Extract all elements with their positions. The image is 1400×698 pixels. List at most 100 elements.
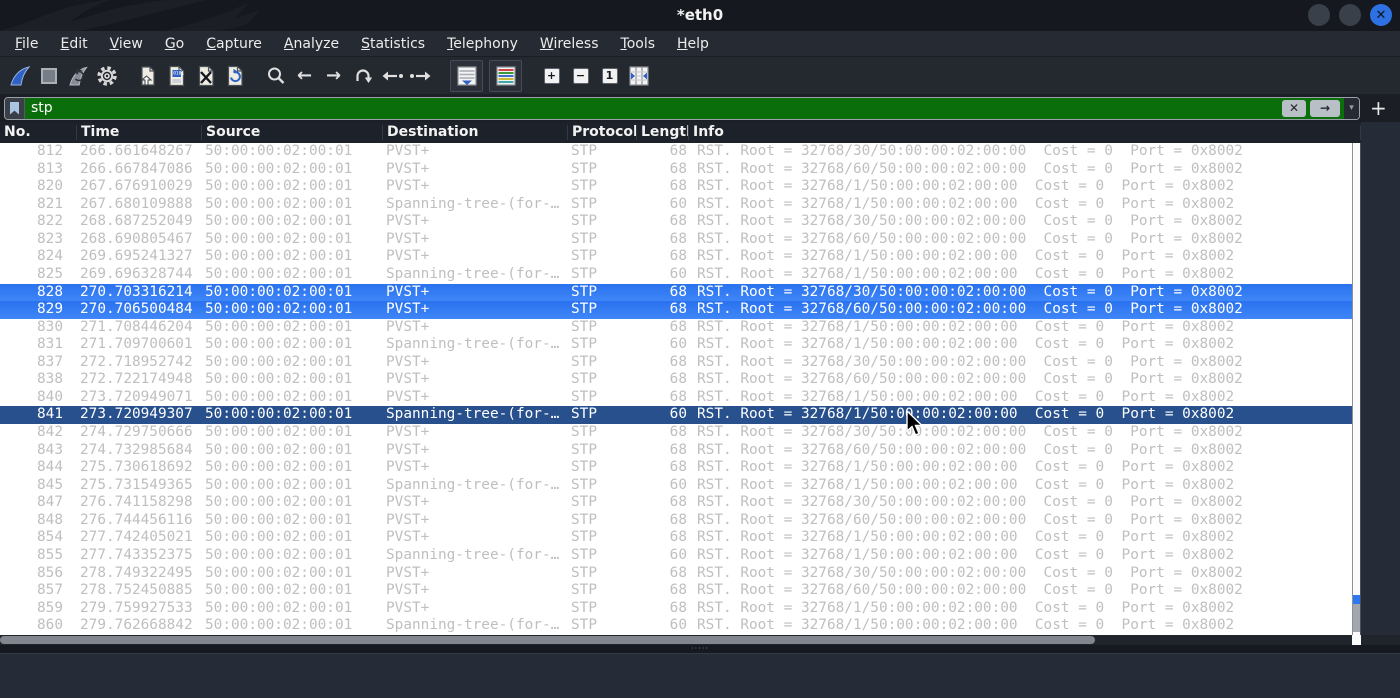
- close-file-button[interactable]: [191, 61, 220, 91]
- zoom-in-icon: +: [543, 67, 560, 84]
- filter-dropdown-caret[interactable]: ▾: [1344, 97, 1359, 119]
- column-header-time[interactable]: Time: [77, 125, 202, 140]
- cell-source: 50:00:00:02:00:01: [205, 546, 353, 563]
- packet-row-855[interactable]: 855 277.743352375 50:00:00:02:00:01 Spannin…: [0, 547, 1352, 565]
- menu-go[interactable]: Go: [154, 34, 195, 54]
- packet-row-859[interactable]: 859 279.759927533 50:00:00:02:00:01 PVST+ ST…: [0, 600, 1352, 618]
- resize-columns-button[interactable]: [624, 61, 653, 91]
- open-file-button[interactable]: [133, 61, 162, 91]
- cell-info: RST. Root = 32768/60/50:00:00:02:00:00 C…: [697, 230, 1243, 247]
- menu-edit[interactable]: Edit: [49, 34, 98, 54]
- packet-row-841[interactable]: 841 273.720949307 50:00:00:02:00:01 Spannin…: [0, 406, 1352, 424]
- menu-wireless[interactable]: Wireless: [529, 34, 610, 54]
- packet-list-header: No.TimeSourceDestinationProtocolLengthIn…: [0, 122, 1361, 143]
- column-header-length[interactable]: Length: [637, 125, 689, 140]
- cell-destination: PVST+: [386, 301, 430, 318]
- cell-no: 840: [37, 388, 63, 405]
- add-filter-button[interactable]: +: [1370, 98, 1387, 118]
- packet-row-838[interactable]: 838 272.722174948 50:00:00:02:00:01 PVST+ ST…: [0, 371, 1352, 389]
- column-header-no[interactable]: No.: [0, 125, 77, 140]
- zoom-out-button[interactable]: −: [566, 61, 595, 91]
- zoom-out-icon: −: [572, 67, 589, 84]
- packet-row-813[interactable]: 813 266.667847086 50:00:00:02:00:01 PVST+ ST…: [0, 161, 1352, 179]
- start-capture-button[interactable]: [5, 61, 34, 91]
- zoom-normal-button[interactable]: 1: [595, 61, 624, 91]
- menu-view[interactable]: View: [99, 34, 154, 54]
- vertical-scrollbar-thumb[interactable]: [1353, 604, 1360, 632]
- menu-tools[interactable]: Tools: [610, 34, 667, 54]
- zoom-in-button[interactable]: +: [537, 61, 566, 91]
- packet-row-837[interactable]: 837 272.718952742 50:00:00:02:00:01 PVST+ ST…: [0, 354, 1352, 372]
- packet-row-831[interactable]: 831 271.709700601 50:00:00:02:00:01 Spannin…: [0, 336, 1352, 354]
- display-filter-input[interactable]: stp ✕ → ▾: [4, 96, 1360, 120]
- packet-row-842[interactable]: 842 274.729750666 50:00:00:02:00:01 PVST+ ST…: [0, 424, 1352, 442]
- cell-source: 50:00:00:02:00:01: [205, 213, 353, 230]
- packet-row-847[interactable]: 847 276.741158298 50:00:00:02:00:01 PVST+ ST…: [0, 494, 1352, 512]
- menu-file[interactable]: File: [4, 34, 49, 54]
- stop-capture-button[interactable]: [34, 61, 63, 91]
- cell-info: RST. Root = 32768/1/50:00:00:02:00:00 Co…: [697, 529, 1235, 546]
- column-header-info[interactable]: Info: [689, 125, 1361, 140]
- vertical-scrollbar[interactable]: [1352, 143, 1361, 635]
- go-last-packet-button[interactable]: [406, 61, 435, 91]
- packet-row-844[interactable]: 844 275.730618692 50:00:00:02:00:01 PVST+ ST…: [0, 459, 1352, 477]
- packet-row-822[interactable]: 822 268.687252049 50:00:00:02:00:01 PVST+ ST…: [0, 213, 1352, 231]
- packet-row-830[interactable]: 830 271.708446204 50:00:00:02:00:01 PVST+ ST…: [0, 319, 1352, 337]
- cell-length: 68: [669, 283, 687, 300]
- close-button[interactable]: ✕: [1370, 4, 1392, 26]
- column-header-protocol[interactable]: Protocol: [568, 125, 637, 140]
- packet-row-825[interactable]: 825 269.696328744 50:00:00:02:00:01 Spannin…: [0, 266, 1352, 284]
- horizontal-scrollbar[interactable]: [0, 635, 1400, 645]
- cell-length: 68: [669, 160, 687, 177]
- packet-row-812[interactable]: 812 266.661648267 50:00:00:02:00:01 PVST+ ST…: [0, 143, 1352, 161]
- minimize-button[interactable]: [1308, 4, 1330, 26]
- clear-filter-button[interactable]: ✕: [1282, 99, 1306, 117]
- packet-row-856[interactable]: 856 278.749322495 50:00:00:02:00:01 PVST+ ST…: [0, 565, 1352, 583]
- scrollbar-corner: [1352, 635, 1361, 645]
- packet-row-829[interactable]: 829 270.706500484 50:00:00:02:00:01 PVST+ ST…: [0, 301, 1352, 319]
- maximize-button[interactable]: [1339, 4, 1361, 26]
- menu-analyze[interactable]: Analyze: [273, 34, 350, 54]
- menu-statistics[interactable]: Statistics: [350, 34, 436, 54]
- restart-capture-button[interactable]: [63, 61, 92, 91]
- cell-info: RST. Root = 32768/60/50:00:00:02:00:00 C…: [697, 582, 1243, 599]
- packet-row-820[interactable]: 820 267.676910029 50:00:00:02:00:01 PVST+ ST…: [0, 178, 1352, 196]
- column-header-source[interactable]: Source: [202, 125, 383, 140]
- pane-splitter[interactable]: ·····: [0, 645, 1400, 653]
- go-forward-button[interactable]: →: [319, 61, 348, 91]
- cell-time: 278.752450885: [80, 582, 193, 599]
- packet-row-857[interactable]: 857 278.752450885 50:00:00:02:00:01 PVST+ ST…: [0, 582, 1352, 600]
- apply-filter-button[interactable]: →: [1310, 99, 1340, 117]
- go-first-packet-button[interactable]: [377, 61, 406, 91]
- cell-info: RST. Root = 32768/1/50:00:00:02:00:00 Co…: [697, 617, 1235, 634]
- packet-row-828[interactable]: 828 270.703316214 50:00:00:02:00:01 PVST+ ST…: [0, 283, 1352, 302]
- cell-no: 837: [37, 353, 63, 370]
- packet-row-860[interactable]: 860 279.762668842 50:00:00:02:00:01 Spannin…: [0, 617, 1352, 635]
- packet-row-848[interactable]: 848 276.744456116 50:00:00:02:00:01 PVST+ ST…: [0, 512, 1352, 530]
- packet-row-843[interactable]: 843 274.732985684 50:00:00:02:00:01 PVST+ ST…: [0, 442, 1352, 460]
- cell-source: 50:00:00:02:00:01: [205, 248, 353, 265]
- auto-scroll-button[interactable]: [450, 59, 483, 92]
- packet-row-845[interactable]: 845 275.731549365 50:00:00:02:00:01 Spannin…: [0, 477, 1352, 495]
- horizontal-scrollbar-thumb[interactable]: [0, 636, 1095, 644]
- column-header-destination[interactable]: Destination: [383, 125, 568, 140]
- menu-telephony[interactable]: Telephony: [436, 34, 529, 54]
- go-to-packet-button[interactable]: [348, 61, 377, 91]
- go-back-button[interactable]: ←: [290, 61, 319, 91]
- colorize-packets-button[interactable]: [489, 59, 522, 92]
- reload-file-button[interactable]: [220, 61, 249, 91]
- menu-help[interactable]: Help: [666, 34, 720, 54]
- save-file-button[interactable]: 0101: [162, 61, 191, 91]
- menu-capture[interactable]: Capture: [195, 34, 273, 54]
- cell-length: 68: [669, 301, 687, 318]
- capture-options-button[interactable]: [92, 61, 121, 91]
- packet-row-840[interactable]: 840 273.720949071 50:00:00:02:00:01 PVST+ ST…: [0, 389, 1352, 407]
- packet-row-824[interactable]: 824 269.695241327 50:00:00:02:00:01 PVST+ ST…: [0, 248, 1352, 266]
- cell-source: 50:00:00:02:00:01: [205, 265, 353, 282]
- packet-row-823[interactable]: 823 268.690805467 50:00:00:02:00:01 PVST+ ST…: [0, 231, 1352, 249]
- packet-row-821[interactable]: 821 267.680109888 50:00:00:02:00:01 Spannin…: [0, 196, 1352, 214]
- filter-bookmark-button[interactable]: [5, 97, 25, 119]
- find-packet-button[interactable]: [261, 61, 290, 91]
- cell-destination: Spanning-tree-(for-…: [386, 476, 560, 493]
- packet-row-854[interactable]: 854 277.742405021 50:00:00:02:00:01 PVST+ ST…: [0, 529, 1352, 547]
